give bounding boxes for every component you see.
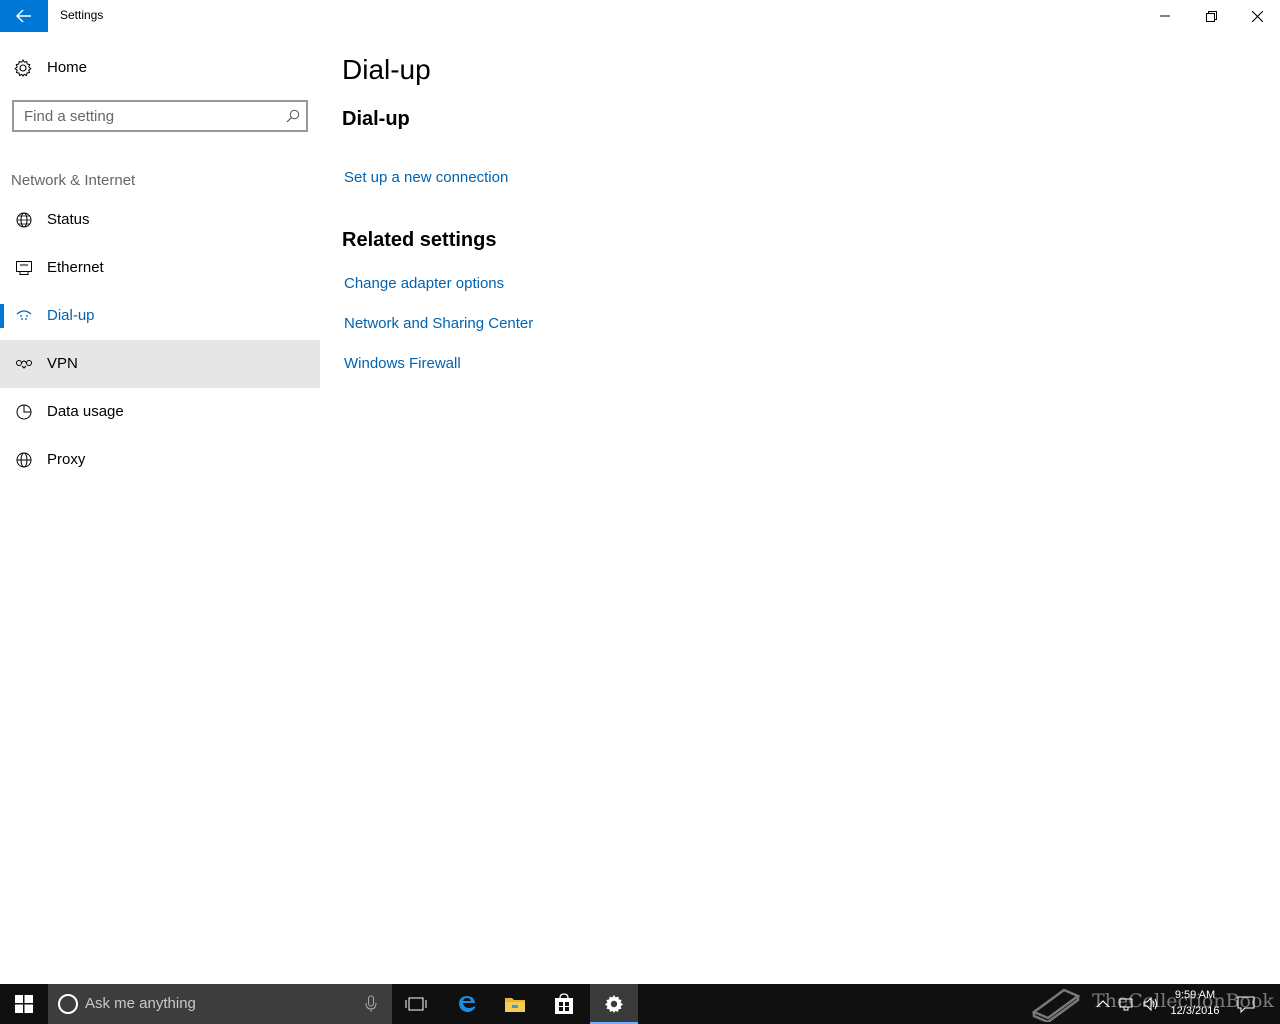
window-title: Settings [60,8,104,22]
vpn-icon [16,360,32,369]
network-icon[interactable] [1118,995,1136,1013]
home-label: Home [47,59,88,76]
sidebar-item-label: VPN [47,355,78,372]
book-logo-icon [1031,988,1081,1022]
minimize-icon [1160,15,1170,17]
title-bar: Settings [0,0,1280,32]
clock-time: 9:59 AM [1174,989,1216,1001]
action-center-icon[interactable] [1236,995,1256,1013]
clock-date: 12/3/2016 [1170,1005,1220,1017]
sidebar-item-label: Proxy [47,451,86,468]
settings-search-box[interactable] [12,100,308,132]
minimize-button[interactable] [1142,0,1188,32]
microphone-icon[interactable] [364,995,378,1013]
section-title: Network & Internet [11,172,136,189]
sidebar-item-label: Data usage [47,403,124,420]
selection-indicator [0,304,4,328]
cortana-search-box[interactable]: Ask me anything [48,984,392,1024]
windows-logo-icon [15,995,33,1013]
settings-app-button[interactable] [590,984,638,1024]
sidebar-item-label: Ethernet [47,259,104,276]
edge-browser-button[interactable] [443,984,491,1024]
task-view-button[interactable] [392,984,440,1024]
start-button[interactable] [0,984,48,1024]
gear-icon [14,59,32,77]
maximize-button[interactable] [1188,0,1234,32]
edge-icon [459,996,475,1013]
cortana-search-placeholder: Ask me anything [85,995,196,1012]
sidebar-item-vpn[interactable]: VPN [0,340,320,388]
globe-status-icon [16,212,32,228]
taskbar-clock[interactable]: 9:59 AM 12/3/2016 [1160,987,1230,1019]
sidebar-item-ethernet[interactable]: Ethernet [0,244,320,292]
settings-search-input[interactable] [14,102,274,130]
file-explorer-button[interactable] [491,984,539,1024]
folder-icon [505,998,525,1012]
sidebar-item-dial-up[interactable]: Dial-up [0,292,320,340]
chevron-up-icon[interactable] [1094,995,1112,1013]
page-title: Dial-up [342,54,431,85]
dialup-section-title: Dial-up [342,108,410,130]
gear-icon [605,995,623,1013]
dialup-icon [16,310,32,320]
main-content: Dial-up Dial-up Set up a new connection … [320,32,1280,984]
maximize-icon [1205,10,1217,22]
sidebar-item-data-usage[interactable]: Data usage [0,388,320,436]
back-button[interactable] [0,0,48,32]
globe-icon [16,452,32,468]
cortana-icon [58,994,78,1014]
sidebar: Home Network & Internet Status Ethernet … [0,32,320,984]
change-adapter-options-link[interactable]: Change adapter options [344,275,504,292]
sidebar-item-status[interactable]: Status [0,196,320,244]
setup-new-connection-link[interactable]: Set up a new connection [344,169,508,186]
close-icon [1251,10,1263,22]
windows-firewall-link[interactable]: Windows Firewall [344,355,461,372]
ethernet-icon [16,261,32,275]
related-settings-title: Related settings [342,229,497,251]
arrow-left-icon [16,9,31,23]
sidebar-home[interactable]: Home [0,52,320,84]
volume-icon[interactable] [1142,995,1160,1013]
data-usage-icon [16,404,32,420]
sidebar-item-label: Status [47,211,90,228]
task-view-icon [405,997,427,1011]
taskbar: Ask me anything TheCollectionBook 9:59 A… [0,984,1280,1024]
sidebar-item-proxy[interactable]: Proxy [0,436,320,484]
search-icon[interactable] [286,109,300,123]
store-icon [555,993,573,1014]
store-button[interactable] [540,984,588,1024]
network-sharing-center-link[interactable]: Network and Sharing Center [344,315,533,332]
close-button[interactable] [1234,0,1280,32]
sidebar-item-label: Dial-up [47,307,95,324]
